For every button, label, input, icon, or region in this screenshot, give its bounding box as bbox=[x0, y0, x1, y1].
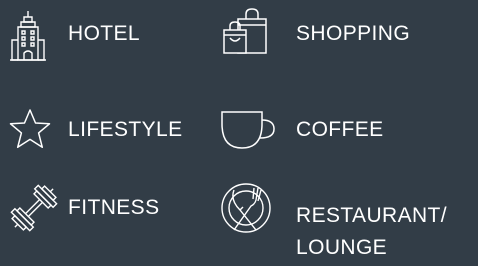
category-fitness-label: FITNESS bbox=[68, 196, 160, 219]
category-shopping[interactable]: SHOPPING bbox=[200, 0, 478, 70]
plate-fork-knife-icon bbox=[220, 182, 272, 234]
category-hotel[interactable]: HOTEL bbox=[0, 0, 200, 70]
category-lifestyle-label: LIFESTYLE bbox=[68, 118, 183, 141]
star-icon bbox=[9, 109, 51, 149]
dumbbell-icon bbox=[6, 182, 62, 234]
category-shopping-label: SHOPPING bbox=[296, 22, 411, 45]
category-restaurant-label-line2: LOUNGE bbox=[296, 236, 388, 259]
category-lifestyle[interactable]: LIFESTYLE bbox=[0, 92, 200, 162]
coffee-cup-icon bbox=[220, 110, 276, 150]
category-grid: HOTEL SHOPPING LIFESTYLE COFFEE FITNESS … bbox=[0, 0, 478, 260]
category-coffee-label: COFFEE bbox=[296, 118, 384, 141]
category-hotel-label: HOTEL bbox=[68, 22, 141, 45]
hotel-building-icon bbox=[10, 10, 46, 62]
category-coffee[interactable]: COFFEE bbox=[200, 92, 478, 162]
category-restaurant-lounge[interactable]: RESTAURANT/ LOUNGE bbox=[200, 178, 478, 260]
shopping-bags-icon bbox=[220, 8, 272, 54]
category-fitness[interactable]: FITNESS bbox=[0, 178, 200, 248]
category-restaurant-label-line1: RESTAURANT/ bbox=[296, 204, 448, 227]
